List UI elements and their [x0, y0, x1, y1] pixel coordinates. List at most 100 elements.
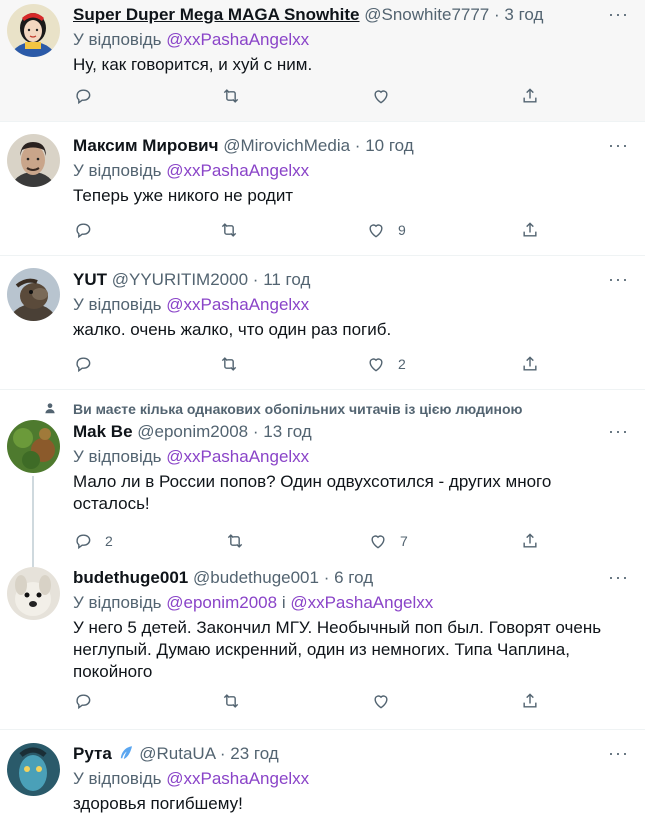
reply-icon: [76, 534, 91, 550]
mention-link[interactable]: @xxPashaAngelxx: [166, 447, 309, 466]
social-context: Ви маєте кілька однакових обопільних чит…: [73, 401, 523, 417]
retweet-icon: [221, 357, 237, 371]
reply-button[interactable]: [73, 691, 93, 711]
display-name[interactable]: Максим Мирович: [73, 136, 218, 155]
share-button[interactable]: [520, 691, 540, 711]
more-icon[interactable]: ···: [608, 136, 629, 154]
reply-context: У відповідь @xxPashaAngelxx: [73, 447, 310, 466]
user-handle[interactable]: @budethuge001: [193, 568, 319, 587]
user-handle[interactable]: @RutaUA: [139, 744, 215, 763]
tweet-header: YUT @YYURITIM2000 · 11 год: [73, 270, 311, 289]
reply-context: У відповідь @xxPashaAngelxx: [73, 769, 310, 788]
reply-button[interactable]: [73, 354, 93, 374]
tweet[interactable]: budethuge001 @budethuge001 · 6 год ··· У…: [0, 567, 645, 730]
timestamp[interactable]: 3 год: [504, 5, 543, 24]
tweet-text: Теперь уже никого не родит: [73, 186, 294, 205]
timestamp[interactable]: 10 год: [365, 136, 413, 155]
retweet-icon: [223, 89, 239, 103]
tweet-header: budethuge001 @budethuge001 · 6 год: [73, 568, 374, 587]
avatar[interactable]: [7, 420, 60, 473]
display-name[interactable]: Рута: [73, 744, 112, 763]
like-count: 7: [400, 533, 408, 549]
tweet[interactable]: Ви маєте кілька однакових обопільних чит…: [0, 390, 645, 567]
tweet[interactable]: Максим Мирович @MirovichMedia · 10 год ·…: [0, 122, 645, 256]
share-icon: [523, 222, 537, 237]
tweet-actions: 2 7: [73, 531, 553, 553]
user-handle[interactable]: @YYURITIM2000: [112, 270, 248, 289]
mention-link[interactable]: @xxPashaAngelxx: [166, 295, 309, 314]
reply-context: У відповідь @xxPashaAngelxx: [73, 161, 310, 180]
reply-icon: [76, 89, 91, 105]
reply-context: У відповідь @xxPashaAngelxx: [73, 30, 310, 49]
tweet-text: Ну, как говорится, и хуй с ним.: [73, 55, 313, 74]
more-icon[interactable]: ···: [608, 5, 629, 23]
reply-icon: [76, 694, 91, 710]
display-name[interactable]: budethuge001: [73, 568, 188, 587]
like-button[interactable]: 2: [366, 354, 406, 374]
reply-button[interactable]: [73, 86, 93, 106]
like-button[interactable]: [371, 86, 391, 106]
avatar[interactable]: [7, 4, 60, 57]
tweet-actions: [73, 86, 553, 108]
avatar[interactable]: [7, 743, 60, 796]
tweet-header: Mak Be @eponim2008 · 13 год: [73, 422, 312, 441]
tweet[interactable]: Super Duper Mega MAGA Snowhite @Snowhite…: [0, 0, 645, 122]
share-button[interactable]: [520, 220, 540, 240]
like-icon: [369, 224, 383, 238]
mention-link[interactable]: @xxPashaAngelxx: [166, 30, 309, 49]
like-button[interactable]: 7: [368, 531, 408, 551]
more-icon[interactable]: ···: [608, 270, 629, 288]
mention-link[interactable]: @xxPashaAngelxx: [166, 161, 309, 180]
tweet[interactable]: YUT @YYURITIM2000 · 11 год ··· У відпові…: [0, 256, 645, 390]
thread-line: [32, 476, 34, 567]
timestamp[interactable]: 11 год: [263, 270, 310, 289]
reply-icon: [76, 223, 91, 239]
retweet-button[interactable]: [225, 531, 245, 551]
like-button[interactable]: [371, 691, 391, 711]
avatar[interactable]: [7, 134, 60, 187]
like-icon: [374, 90, 388, 104]
retweet-button[interactable]: [219, 354, 239, 374]
user-handle[interactable]: @MirovichMedia: [223, 136, 350, 155]
tweet-text: Мало ли в России попов? Один одвухсотилс…: [73, 472, 552, 513]
mention-link[interactable]: @xxPashaAngelxx: [166, 769, 309, 788]
tweet[interactable]: Рута @RutaUA · 23 год ··· У відповідь @x…: [0, 730, 645, 830]
mention-link[interactable]: @xxPashaAngelxx: [290, 593, 433, 612]
mention-link[interactable]: @eponim2008: [166, 593, 277, 612]
avatar[interactable]: [7, 268, 60, 321]
retweet-icon: [227, 534, 243, 548]
retweet-icon: [223, 694, 239, 708]
display-name[interactable]: YUT: [73, 270, 107, 289]
like-icon: [374, 695, 388, 709]
more-icon[interactable]: ···: [608, 744, 629, 762]
share-icon: [523, 693, 537, 708]
display-name[interactable]: Mak Be: [73, 422, 133, 441]
share-button[interactable]: [520, 354, 540, 374]
tweet-actions: 9: [73, 220, 553, 242]
reply-button[interactable]: [73, 220, 93, 240]
tweet-header: Максим Мирович @MirovichMedia · 10 год: [73, 136, 414, 155]
timestamp[interactable]: 23 год: [230, 744, 278, 763]
like-button[interactable]: 9: [366, 220, 406, 240]
tweet-actions: [73, 691, 553, 713]
share-icon: [523, 88, 537, 103]
avatar[interactable]: [7, 567, 60, 620]
display-name[interactable]: Super Duper Mega MAGA Snowhite: [73, 5, 360, 24]
tweet-text: У него 5 детей. Закончил МГУ. Необычный …: [73, 618, 602, 681]
share-button[interactable]: [520, 531, 540, 551]
person-icon: [45, 403, 55, 414]
user-handle[interactable]: @eponim2008: [137, 422, 248, 441]
tweet-text: здоровья погибшему!: [73, 794, 243, 813]
user-handle[interactable]: @Snowhite7777: [364, 5, 489, 24]
timestamp[interactable]: 6 год: [334, 568, 373, 587]
reply-button[interactable]: 2: [73, 531, 113, 551]
retweet-button[interactable]: [221, 691, 241, 711]
more-icon[interactable]: ···: [608, 422, 629, 440]
more-icon[interactable]: ···: [608, 568, 629, 586]
retweet-button[interactable]: [219, 220, 239, 240]
timestamp[interactable]: 13 год: [263, 422, 311, 441]
retweet-button[interactable]: [221, 86, 241, 106]
like-icon: [369, 358, 383, 372]
share-button[interactable]: [520, 86, 540, 106]
reply-context: У відповідь @xxPashaAngelxx: [73, 295, 310, 314]
